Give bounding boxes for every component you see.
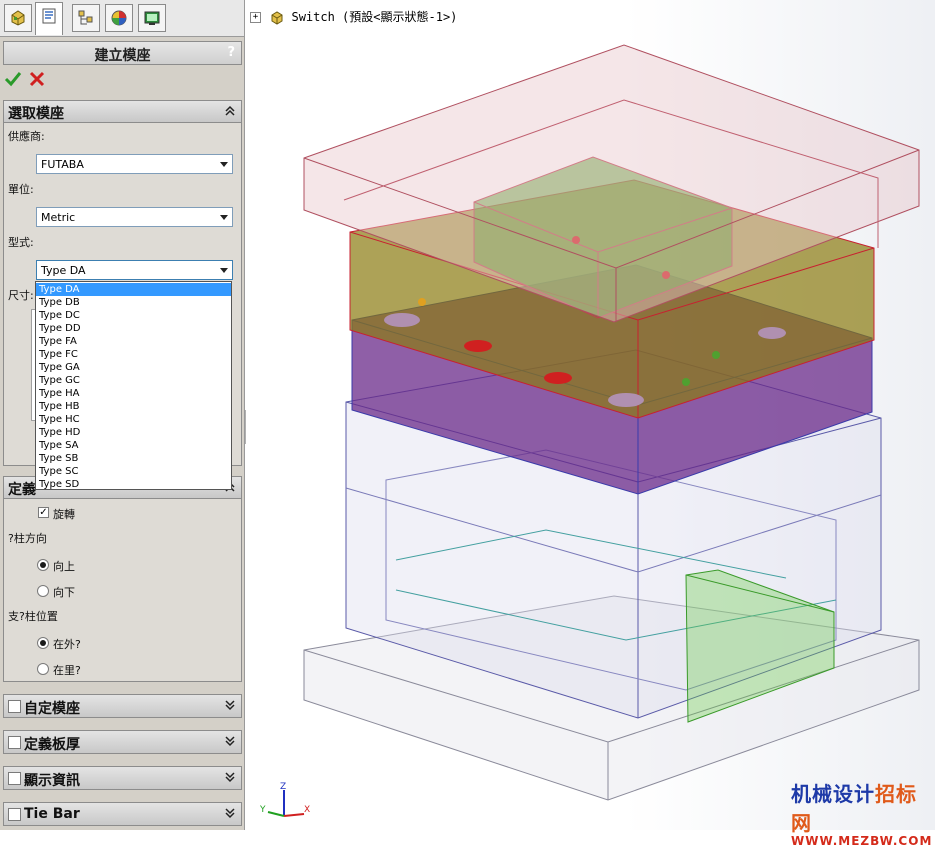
position-outside-radio[interactable]: [37, 637, 49, 649]
expand-chevron-icon[interactable]: [224, 807, 236, 819]
configuration-manager-icon: [78, 10, 93, 25]
appearance-icon: [111, 10, 127, 26]
custom-moldbase-title: 自定模座: [24, 701, 80, 717]
unit-label: 單位:: [8, 183, 34, 196]
rotate-checkbox[interactable]: ✓: [38, 507, 49, 518]
close-icon[interactable]: [28, 70, 46, 88]
type-option[interactable]: Type HA: [36, 387, 231, 400]
watermark-line1a: 机械设计: [791, 782, 875, 806]
panel-title: 建立模座: [94, 48, 151, 64]
panel-title-bar: 建立模座 ?: [3, 41, 242, 65]
expand-chevron-icon[interactable]: [224, 699, 236, 711]
vendor-select[interactable]: FUTABA: [36, 154, 233, 174]
size-label: 尺寸:: [8, 289, 34, 302]
plate-thickness-title: 定義板厚: [24, 737, 80, 753]
type-dropdown-list[interactable]: Type DA Type DB Type DC Type DD Type FA Type …: [35, 281, 232, 490]
configuration-manager-tab[interactable]: [72, 4, 100, 32]
axis-y-label: Y: [260, 805, 266, 815]
type-value: Type DA: [41, 264, 86, 277]
group-checkbox[interactable]: [8, 736, 21, 749]
define-title: 定義: [8, 482, 36, 498]
vendor-value: FUTABA: [41, 158, 84, 171]
type-option[interactable]: Type DC: [36, 309, 231, 322]
property-manager-panel: 建立模座 ? 選取模座 供應商: FUTABA 單位: Metric 型式: T…: [0, 0, 245, 830]
type-select[interactable]: Type DA: [36, 260, 233, 280]
graphics-area[interactable]: + Switch (預設<顯示狀態-1>) Z X Y 机械设计招标网 WWW.…: [246, 0, 935, 848]
display-info-group[interactable]: 顯示資訊: [3, 766, 242, 790]
watermark: 机械设计招标网 WWW.MEZBW.COM: [791, 778, 935, 848]
group-checkbox[interactable]: [8, 772, 21, 785]
tie-bar-group[interactable]: Tie Bar: [3, 802, 242, 826]
display-info-title: 顯示資訊: [24, 773, 80, 789]
position-inside-label: 在里?: [53, 664, 81, 677]
type-option[interactable]: Type SC: [36, 465, 231, 478]
axis-z-label: Z: [280, 782, 286, 792]
chevron-down-icon: [220, 268, 228, 273]
display-manager-tab[interactable]: [138, 4, 166, 32]
group-checkbox[interactable]: [8, 700, 21, 713]
type-option[interactable]: Type DD: [36, 322, 231, 335]
position-inside-radio[interactable]: [37, 663, 49, 675]
unit-select[interactable]: Metric: [36, 207, 233, 227]
direction-down-radio[interactable]: [37, 585, 49, 597]
checkmark-icon[interactable]: [4, 70, 22, 88]
position-outside-label: 在外?: [53, 638, 81, 651]
type-option[interactable]: Type SB: [36, 452, 231, 465]
mold-base-model[interactable]: [246, 0, 935, 830]
display-manager-icon: [144, 11, 160, 25]
expand-chevron-icon[interactable]: [224, 771, 236, 783]
direction-up-radio[interactable]: [37, 559, 49, 571]
chevron-down-icon: [220, 162, 228, 167]
chevron-down-icon: [220, 215, 228, 220]
property-manager-icon: [42, 8, 56, 24]
feature-manager-tab[interactable]: [4, 4, 32, 32]
type-option[interactable]: Type SA: [36, 439, 231, 452]
type-option[interactable]: Type HC: [36, 413, 231, 426]
appearance-tab[interactable]: [105, 4, 133, 32]
manager-tabs: [0, 0, 244, 37]
expand-chevron-icon[interactable]: [224, 735, 236, 747]
type-option[interactable]: Type FC: [36, 348, 231, 361]
select-moldbase-title: 選取模座: [8, 106, 64, 122]
pillar-direction-label: ?柱方向: [8, 532, 47, 545]
feature-manager-icon: [11, 10, 25, 26]
vendor-label: 供應商:: [8, 130, 45, 143]
direction-up-label: 向上: [53, 560, 75, 573]
axis-triad: Z X Y: [260, 782, 310, 817]
axis-x-label: X: [304, 805, 310, 815]
help-icon[interactable]: ?: [227, 45, 235, 60]
direction-down-label: 向下: [53, 586, 75, 599]
type-option[interactable]: Type DB: [36, 296, 231, 309]
property-manager-tab[interactable]: [35, 2, 63, 35]
type-option[interactable]: Type GA: [36, 361, 231, 374]
type-label: 型式:: [8, 236, 34, 249]
define-group: 定義 ✓ 旋轉 ?柱方向 向上 向下 支?柱位置 在外? 在里?: [3, 476, 242, 682]
type-option[interactable]: Type HB: [36, 400, 231, 413]
pillar-position-label: 支?柱位置: [8, 610, 58, 623]
rotate-label: 旋轉: [53, 508, 75, 521]
type-option[interactable]: Type HD: [36, 426, 231, 439]
custom-moldbase-group[interactable]: 自定模座: [3, 694, 242, 718]
type-option[interactable]: Type FA: [36, 335, 231, 348]
collapse-chevron-icon[interactable]: [224, 105, 236, 117]
unit-value: Metric: [41, 211, 76, 224]
tie-bar-title: Tie Bar: [24, 806, 80, 822]
group-checkbox[interactable]: [8, 808, 21, 821]
type-option[interactable]: Type DA: [36, 283, 231, 296]
plate-thickness-group[interactable]: 定義板厚: [3, 730, 242, 754]
select-moldbase-header[interactable]: 選取模座: [4, 101, 241, 123]
watermark-line2: WWW.MEZBW.COM: [791, 834, 933, 848]
type-option[interactable]: Type GC: [36, 374, 231, 387]
type-option[interactable]: Type SD: [36, 478, 231, 491]
